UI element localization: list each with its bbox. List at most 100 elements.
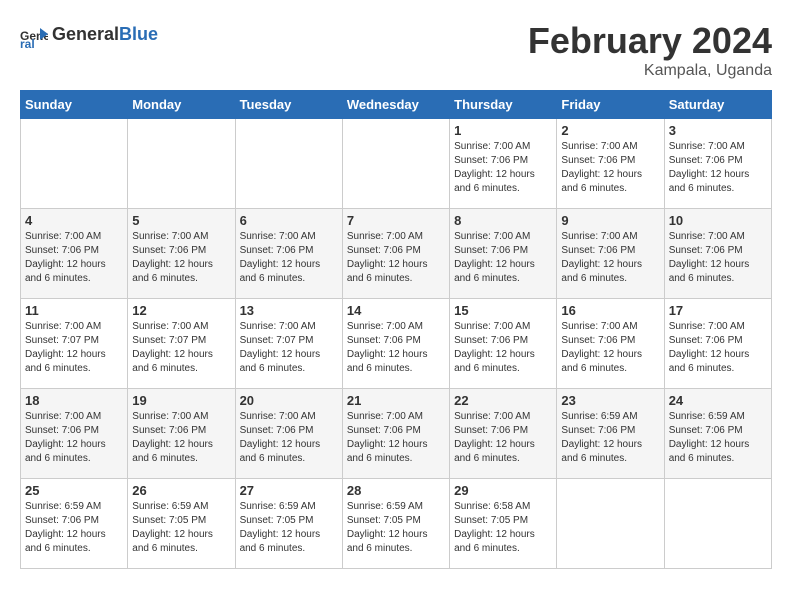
calendar-week-2: 4 Sunrise: 7:00 AMSunset: 7:06 PMDaylight…: [21, 209, 772, 299]
calendar-day: 12 Sunrise: 7:00 AMSunset: 7:07 PMDayligh…: [128, 299, 235, 389]
svg-text:ral: ral: [20, 37, 35, 48]
day-info: Sunrise: 6:59 AMSunset: 7:05 PMDaylight:…: [240, 500, 338, 556]
day-number: 19: [132, 393, 230, 408]
main-title: February 2024: [528, 20, 772, 62]
calendar-day: [557, 479, 664, 569]
day-number: 20: [240, 393, 338, 408]
calendar-week-4: 18 Sunrise: 7:00 AMSunset: 7:06 PMDayligh…: [21, 389, 772, 479]
day-info: Sunrise: 6:59 AMSunset: 7:05 PMDaylight:…: [347, 500, 445, 556]
col-thursday: Thursday: [450, 91, 557, 119]
calendar-day: 24Sunrise: 6:59 AMSunset: 7:06 PMDayligh…: [664, 389, 771, 479]
day-number: 23: [561, 393, 659, 408]
day-info: Sunrise: 7:00 AMSunset: 7:06 PMDaylight:…: [240, 410, 338, 466]
day-number: 2: [561, 123, 659, 138]
day-number: 10: [669, 213, 767, 228]
day-number: 27: [240, 483, 338, 498]
day-number: 21: [347, 393, 445, 408]
day-number: 12: [132, 303, 230, 318]
calendar-day: 18Sunrise: 7:00 AMSunset: 7:06 PMDayligh…: [21, 389, 128, 479]
day-number: 22: [454, 393, 552, 408]
day-info: Sunrise: 7:00 AMSunset: 7:07 PMDaylight:…: [25, 320, 123, 376]
day-number: 7: [347, 213, 445, 228]
calendar-table: Sunday Monday Tuesday Wednesday Thursday…: [20, 90, 772, 569]
day-info: Sunrise: 7:00 AMSunset: 7:06 PMDaylight:…: [454, 320, 552, 376]
calendar-day: 19Sunrise: 7:00 AMSunset: 7:06 PMDayligh…: [128, 389, 235, 479]
day-info: Sunrise: 7:00 AMSunset: 7:06 PMDaylight:…: [561, 320, 659, 376]
col-sunday: Sunday: [21, 91, 128, 119]
header: Gene ral General Blue February 2024 Kamp…: [20, 20, 772, 80]
day-number: 13: [240, 303, 338, 318]
day-info: Sunrise: 7:00 AMSunset: 7:06 PMDaylight:…: [669, 320, 767, 376]
day-number: 9: [561, 213, 659, 228]
day-number: 16: [561, 303, 659, 318]
day-number: 15: [454, 303, 552, 318]
calendar-day: 9Sunrise: 7:00 AMSunset: 7:06 PMDaylight…: [557, 209, 664, 299]
calendar-week-1: 1 Sunrise: 7:00 AMSunset: 7:06 PMDaylight…: [21, 119, 772, 209]
day-number: 11: [25, 303, 123, 318]
day-number: 6: [240, 213, 338, 228]
calendar-day: [664, 479, 771, 569]
calendar-week-3: 11 Sunrise: 7:00 AMSunset: 7:07 PMDayligh…: [21, 299, 772, 389]
col-wednesday: Wednesday: [342, 91, 449, 119]
day-info: Sunrise: 7:00 AMSunset: 7:06 PMDaylight:…: [240, 230, 338, 286]
day-number: 5: [132, 213, 230, 228]
col-tuesday: Tuesday: [235, 91, 342, 119]
calendar-day: 23Sunrise: 6:59 AMSunset: 7:06 PMDayligh…: [557, 389, 664, 479]
calendar-day: 11 Sunrise: 7:00 AMSunset: 7:07 PMDayligh…: [21, 299, 128, 389]
calendar-day: 29 Sunrise: 6:58 AMSunset: 7:05 PMDayligh…: [450, 479, 557, 569]
logo-icon: Gene ral: [20, 20, 48, 48]
day-info: Sunrise: 7:00 AMSunset: 7:06 PMDaylight:…: [561, 140, 659, 196]
calendar-day: 6 Sunrise: 7:00 AMSunset: 7:06 PMDaylight…: [235, 209, 342, 299]
calendar-day: 26 Sunrise: 6:59 AMSunset: 7:05 PMDayligh…: [128, 479, 235, 569]
calendar-day: [128, 119, 235, 209]
calendar-day: 25Sunrise: 6:59 AMSunset: 7:06 PMDayligh…: [21, 479, 128, 569]
calendar-week-5: 25Sunrise: 6:59 AMSunset: 7:06 PMDayligh…: [21, 479, 772, 569]
calendar-day: 17 Sunrise: 7:00 AMSunset: 7:06 PMDayligh…: [664, 299, 771, 389]
col-friday: Friday: [557, 91, 664, 119]
day-number: 4: [25, 213, 123, 228]
calendar-day: 8Sunrise: 7:00 AMSunset: 7:06 PMDaylight…: [450, 209, 557, 299]
day-info: Sunrise: 7:00 AMSunset: 7:06 PMDaylight:…: [347, 230, 445, 286]
calendar-day: 15 Sunrise: 7:00 AMSunset: 7:06 PMDayligh…: [450, 299, 557, 389]
calendar-day: 13 Sunrise: 7:00 AMSunset: 7:07 PMDayligh…: [235, 299, 342, 389]
day-info: Sunrise: 7:00 AMSunset: 7:06 PMDaylight:…: [454, 230, 552, 286]
day-info: Sunrise: 6:59 AMSunset: 7:05 PMDaylight:…: [132, 500, 230, 556]
day-info: Sunrise: 7:00 AMSunset: 7:06 PMDaylight:…: [454, 140, 552, 196]
calendar-day: 21 Sunrise: 7:00 AMSunset: 7:06 PMDayligh…: [342, 389, 449, 479]
day-number: 26: [132, 483, 230, 498]
calendar-day: [235, 119, 342, 209]
calendar-day: [21, 119, 128, 209]
day-info: Sunrise: 7:00 AMSunset: 7:07 PMDaylight:…: [132, 320, 230, 376]
day-info: Sunrise: 7:00 AMSunset: 7:07 PMDaylight:…: [240, 320, 338, 376]
calendar-day: 4 Sunrise: 7:00 AMSunset: 7:06 PMDaylight…: [21, 209, 128, 299]
col-monday: Monday: [128, 91, 235, 119]
calendar-day: 2 Sunrise: 7:00 AMSunset: 7:06 PMDaylight…: [557, 119, 664, 209]
day-info: Sunrise: 7:00 AMSunset: 7:06 PMDaylight:…: [669, 140, 767, 196]
logo-text-general: General: [52, 24, 119, 45]
day-info: Sunrise: 6:58 AMSunset: 7:05 PMDaylight:…: [454, 500, 552, 556]
day-number: 17: [669, 303, 767, 318]
calendar-day: 7 Sunrise: 7:00 AMSunset: 7:06 PMDaylight…: [342, 209, 449, 299]
day-info: Sunrise: 7:00 AMSunset: 7:06 PMDaylight:…: [454, 410, 552, 466]
day-number: 24: [669, 393, 767, 408]
calendar-day: 20 Sunrise: 7:00 AMSunset: 7:06 PMDayligh…: [235, 389, 342, 479]
title-area: February 2024 Kampala, Uganda: [528, 20, 772, 80]
day-number: 18: [25, 393, 123, 408]
subtitle: Kampala, Uganda: [528, 62, 772, 80]
day-number: 29: [454, 483, 552, 498]
day-info: Sunrise: 7:00 AMSunset: 7:06 PMDaylight:…: [347, 410, 445, 466]
col-saturday: Saturday: [664, 91, 771, 119]
day-info: Sunrise: 7:00 AMSunset: 7:06 PMDaylight:…: [25, 230, 123, 286]
day-info: Sunrise: 7:00 AMSunset: 7:06 PMDaylight:…: [132, 230, 230, 286]
logo: Gene ral General Blue: [20, 20, 158, 48]
calendar-day: 22 Sunrise: 7:00 AMSunset: 7:06 PMDayligh…: [450, 389, 557, 479]
calendar-day: 16 Sunrise: 7:00 AMSunset: 7:06 PMDayligh…: [557, 299, 664, 389]
calendar-day: 27 Sunrise: 6:59 AMSunset: 7:05 PMDayligh…: [235, 479, 342, 569]
calendar-day: [342, 119, 449, 209]
day-number: 28: [347, 483, 445, 498]
calendar-day: 14Sunrise: 7:00 AMSunset: 7:06 PMDayligh…: [342, 299, 449, 389]
calendar-day: 3Sunrise: 7:00 AMSunset: 7:06 PMDaylight…: [664, 119, 771, 209]
day-number: 1: [454, 123, 552, 138]
day-info: Sunrise: 7:00 AMSunset: 7:06 PMDaylight:…: [347, 320, 445, 376]
day-number: 25: [25, 483, 123, 498]
